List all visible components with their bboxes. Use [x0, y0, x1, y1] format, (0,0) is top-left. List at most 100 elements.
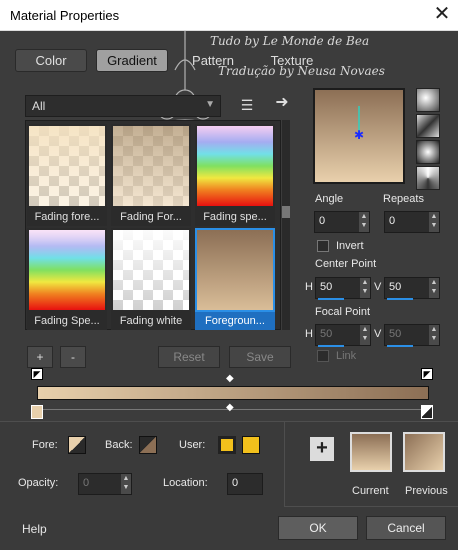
- add-color-button[interactable]: +: [310, 437, 334, 461]
- spin-arrows-icon[interactable]: ▲ ▼: [360, 325, 370, 345]
- watermark-line2: Tradução by Neusa Novaes: [218, 64, 385, 78]
- cancel-button[interactable]: Cancel: [366, 516, 446, 540]
- value-slider[interactable]: [387, 345, 413, 347]
- title-bar: Material Properties ✕: [0, 0, 458, 31]
- gradient-item[interactable]: Fading spe...: [195, 124, 275, 226]
- linear-gradient-mode-icon[interactable]: [416, 88, 440, 112]
- gradient-thumbnail: [113, 126, 189, 206]
- link-checkbox[interactable]: [317, 350, 329, 362]
- gradient-preview[interactable]: ✱: [313, 88, 405, 184]
- gradient-thumbnail: [197, 126, 273, 206]
- gradient-item[interactable]: Fading For...: [111, 124, 191, 226]
- gradient-list-scrollbar[interactable]: [282, 120, 290, 330]
- window-title: Material Properties: [10, 8, 120, 23]
- user-swatch[interactable]: [242, 436, 260, 454]
- remove-gradient-button[interactable]: -: [60, 346, 86, 368]
- fore-label: Fore:: [32, 439, 58, 451]
- current-swatch: [350, 432, 392, 472]
- angle-value: 0: [319, 215, 326, 227]
- location-label: Location:: [163, 477, 208, 489]
- gradient-item[interactable]: Fading white: [111, 228, 191, 330]
- opacity-value: 0: [83, 477, 90, 489]
- focal-h-input[interactable]: 50 ▲ ▼: [315, 324, 371, 347]
- gradient-thumbnail: [113, 230, 189, 310]
- spin-arrows-icon[interactable]: ▲ ▼: [429, 325, 439, 345]
- rectangular-gradient-mode-icon[interactable]: [416, 114, 440, 138]
- repeats-input[interactable]: 0 ▲ ▼: [384, 211, 440, 233]
- sunburst-gradient-mode-icon[interactable]: [416, 166, 440, 190]
- focal-h-value: 50: [320, 328, 333, 340]
- opacity-input[interactable]: 0 ▲ ▼: [78, 473, 132, 495]
- gradient-item-label: Fading fore...: [34, 211, 100, 223]
- user-swatch-small[interactable]: [218, 436, 236, 454]
- help-link[interactable]: Help: [22, 522, 47, 536]
- back-label: Back:: [105, 439, 133, 451]
- location-value: 0: [232, 477, 239, 489]
- ok-button[interactable]: OK: [278, 516, 358, 540]
- close-icon[interactable]: ✕: [430, 3, 454, 27]
- gradient-item-label: Foregroun...: [195, 312, 275, 330]
- stop-marker-top-left-icon[interactable]: ◤: [31, 368, 43, 380]
- spin-arrows-icon[interactable]: ▲ ▼: [429, 212, 439, 232]
- center-h-input[interactable]: 50 ▲ ▼: [315, 277, 371, 300]
- repeats-value: 0: [389, 215, 396, 227]
- midpoint-marker-icon[interactable]: ◆: [226, 373, 234, 384]
- center-v-value: 50: [389, 281, 402, 293]
- value-slider[interactable]: [318, 298, 344, 300]
- spin-arrows-icon[interactable]: ▲ ▼: [360, 278, 370, 298]
- gradient-list: Fading fore... Fading For... Fading spe.…: [25, 120, 281, 330]
- gradient-thumbnail: [29, 126, 105, 206]
- focal-v-label: V: [374, 328, 382, 340]
- gradient-item-label: Fading spe...: [203, 211, 267, 223]
- focal-v-input[interactable]: 50 ▲ ▼: [384, 324, 440, 347]
- spin-arrows-icon[interactable]: ▲ ▼: [359, 212, 369, 232]
- gradient-item[interactable]: Fading fore...: [27, 124, 107, 226]
- arrow-right-icon[interactable]: ➜: [272, 93, 292, 113]
- gradient-item-label: Fading Spe...: [34, 315, 100, 327]
- opacity-label: Opacity:: [18, 477, 59, 489]
- svg-text:✱: ✱: [354, 128, 364, 140]
- location-input[interactable]: 0: [227, 473, 263, 495]
- gradient-item-selected[interactable]: Foregroun...: [195, 228, 275, 330]
- color-stop-end-icon[interactable]: [421, 405, 433, 419]
- radial-gradient-mode-icon[interactable]: [416, 140, 440, 164]
- chevron-down-icon: ▼: [205, 99, 215, 110]
- scrollbar-thumb[interactable]: [282, 206, 290, 218]
- spin-arrows-icon[interactable]: ▲ ▼: [429, 278, 439, 298]
- gradient-angle-handle-icon[interactable]: ✱: [353, 106, 365, 140]
- angle-label: Angle: [315, 193, 344, 205]
- gradient-item[interactable]: Fading Spe...: [27, 228, 107, 330]
- resource-manager-icon[interactable]: ☰: [237, 95, 257, 115]
- focal-point-label: Focal Point: [315, 306, 371, 318]
- add-gradient-button[interactable]: +: [27, 346, 53, 368]
- reset-button[interactable]: Reset: [158, 346, 220, 368]
- focal-h-label: H: [305, 328, 313, 340]
- fore-swatch[interactable]: [68, 436, 86, 454]
- previous-label: Previous: [405, 485, 448, 497]
- value-slider[interactable]: [318, 345, 344, 347]
- transparency-midpoint-icon[interactable]: ◆: [226, 402, 234, 413]
- center-point-label: Center Point: [315, 258, 377, 270]
- gradient-thumbnail: [29, 230, 105, 310]
- link-label: Link: [336, 350, 357, 362]
- center-v-input[interactable]: 50 ▲ ▼: [384, 277, 440, 300]
- save-gradient-button[interactable]: Save: [229, 346, 291, 368]
- gradient-thumbnail: [195, 228, 275, 312]
- gradient-category-value: All: [32, 99, 46, 113]
- watermark-line1: Tudo by Le Monde de Bea: [210, 34, 370, 48]
- stop-marker-top-right-icon[interactable]: ◤: [421, 368, 433, 380]
- value-slider[interactable]: [387, 298, 413, 300]
- spin-arrows-icon[interactable]: ▲ ▼: [121, 474, 131, 494]
- gradient-item-label: Fading white: [119, 315, 183, 327]
- gradient-category-select[interactable]: All ▼: [25, 95, 221, 117]
- angle-input[interactable]: 0 ▲ ▼: [314, 211, 370, 233]
- color-stop-start-icon[interactable]: [31, 405, 43, 419]
- center-v-label: V: [374, 281, 382, 293]
- previous-swatch[interactable]: [403, 432, 445, 472]
- back-swatch[interactable]: [139, 436, 157, 454]
- gradient-editor-bar[interactable]: [37, 386, 429, 400]
- invert-checkbox[interactable]: [317, 240, 329, 252]
- invert-label: Invert: [336, 240, 364, 252]
- tab-color[interactable]: Color: [15, 49, 87, 72]
- current-label: Current: [352, 485, 389, 497]
